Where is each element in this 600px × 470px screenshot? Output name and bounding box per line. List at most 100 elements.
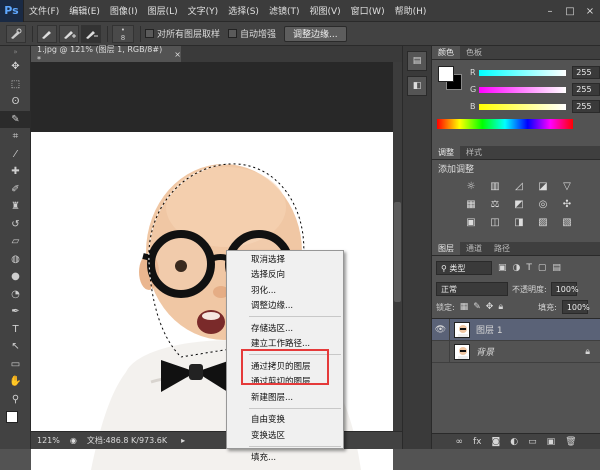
vibrance-icon[interactable]: ▽ — [560, 179, 574, 193]
vertical-scrollbar[interactable] — [393, 62, 402, 431]
color-balance-icon[interactable]: ⚖ — [488, 197, 502, 211]
path-selection-tool-icon[interactable]: ↖ — [0, 338, 31, 356]
tab-color[interactable]: 颜色 — [432, 46, 460, 59]
filter-adjust-icon[interactable]: ◑ — [513, 263, 521, 273]
menu-file[interactable]: 文件(F) — [24, 4, 64, 17]
tab-adjustments[interactable]: 调整 — [432, 146, 460, 159]
selective-color-icon[interactable]: ▧ — [560, 215, 574, 229]
subtract-from-selection-icon[interactable] — [81, 24, 101, 43]
menu-image[interactable]: 图像(I) — [105, 4, 143, 17]
levels-icon[interactable]: ▥ — [488, 179, 502, 193]
filter-type-icon[interactable]: T — [526, 263, 532, 273]
blur-tool-icon[interactable]: ● — [0, 268, 31, 286]
menu-layer[interactable]: 图层(L) — [143, 4, 183, 17]
rectangle-tool-icon[interactable]: ▭ — [0, 356, 31, 374]
posterize-icon[interactable]: ◫ — [488, 215, 502, 229]
move-tool-icon[interactable]: ✥ — [0, 58, 31, 76]
brush-tool-icon[interactable]: ✐ — [0, 181, 31, 199]
foreground-color-swatch[interactable] — [438, 66, 454, 82]
refine-edge-button[interactable]: 调整边缘... — [284, 25, 347, 42]
add-to-selection-icon[interactable] — [59, 24, 79, 43]
fill-input[interactable]: 100% — [561, 300, 590, 314]
color-swatches-icon[interactable] — [0, 408, 31, 434]
lasso-tool-icon[interactable]: ʘ — [0, 93, 31, 111]
channel-mixer-icon[interactable]: ✣ — [560, 197, 574, 211]
close-button[interactable]: × — [580, 0, 600, 22]
close-tab-icon[interactable]: × — [174, 50, 181, 59]
blend-mode-select[interactable]: 正常 — [436, 282, 508, 296]
menu-type[interactable]: 文字(Y) — [183, 4, 224, 17]
zoom-level[interactable]: 121% — [37, 436, 60, 445]
new-selection-icon[interactable] — [37, 24, 57, 43]
new-group-icon[interactable]: ▭ — [528, 437, 537, 447]
minimize-button[interactable]: – — [540, 0, 560, 22]
collapse-icon[interactable]: » — [0, 46, 31, 58]
opacity-input[interactable]: 100% — [550, 282, 579, 296]
document-tab[interactable]: 1.jpg @ 121% (图层 1, RGB/8#) * × — [31, 45, 181, 64]
black-white-icon[interactable]: ◩ — [512, 197, 526, 211]
exposure-icon[interactable]: ◪ — [536, 179, 550, 193]
quick-selection-preset-icon[interactable] — [6, 24, 26, 43]
menu-filter[interactable]: 滤镜(T) — [264, 4, 305, 17]
channel-g-slider[interactable] — [479, 86, 567, 93]
scrollbar-thumb[interactable] — [394, 202, 401, 302]
brush-size-picker[interactable]: • 8 — [112, 24, 134, 43]
eraser-tool-icon[interactable]: ▱ — [0, 233, 31, 251]
gradient-map-icon[interactable]: ▨ — [536, 215, 550, 229]
delete-layer-icon[interactable]: 🗑︎ — [565, 437, 576, 447]
filter-smart-icon[interactable]: ▤ — [552, 263, 561, 273]
tab-paths[interactable]: 路径 — [488, 242, 516, 255]
history-brush-tool-icon[interactable]: ↺ — [0, 216, 31, 234]
zoom-tool-icon[interactable]: ⚲ — [0, 391, 31, 409]
channel-b-value[interactable]: 255 — [572, 100, 600, 113]
menu-view[interactable]: 视图(V) — [304, 4, 345, 17]
layer-row-background[interactable]: 背景 🔒︎ — [432, 340, 600, 363]
tab-channels[interactable]: 通道 — [460, 242, 488, 255]
status-menu-icon[interactable]: ◉ — [70, 436, 77, 445]
type-tool-icon[interactable]: T — [0, 321, 31, 339]
layer-name[interactable]: 图层 1 — [476, 323, 503, 336]
status-arrow-icon[interactable]: ▸ — [181, 436, 185, 445]
menu-select-inverse[interactable]: 选择反向 — [227, 267, 343, 283]
photo-filter-icon[interactable]: ◎ — [536, 197, 550, 211]
visibility-eye-icon[interactable]: 👁︎ — [432, 318, 450, 341]
tab-styles[interactable]: 样式 — [460, 146, 488, 159]
eyedropper-tool-icon[interactable]: ⁄ — [0, 146, 31, 164]
properties-panel-icon[interactable]: ◧ — [407, 76, 427, 96]
layer-mask-icon[interactable]: ◙ — [491, 437, 500, 447]
link-layers-icon[interactable]: ∞ — [455, 437, 463, 447]
adjustment-layer-icon[interactable]: ◐ — [510, 437, 518, 447]
menu-new-layer[interactable]: 新建图层... — [227, 389, 343, 405]
menu-free-transform[interactable]: 自由变换 — [227, 412, 343, 428]
dodge-tool-icon[interactable]: ◔ — [0, 286, 31, 304]
menu-window[interactable]: 窗口(W) — [346, 4, 390, 17]
threshold-icon[interactable]: ◨ — [512, 215, 526, 229]
paint-bucket-tool-icon[interactable]: ◍ — [0, 251, 31, 269]
maximize-button[interactable]: □ — [560, 0, 580, 22]
menu-refine-edge[interactable]: 调整边缘... — [227, 298, 343, 314]
hue-saturation-icon[interactable]: ▦ — [464, 197, 478, 211]
menu-help[interactable]: 帮助(H) — [390, 4, 432, 17]
menu-select[interactable]: 选择(S) — [223, 4, 264, 17]
crop-tool-icon[interactable]: ⌗ — [0, 128, 31, 146]
marquee-tool-icon[interactable]: ⬚ — [0, 76, 31, 94]
filter-shape-icon[interactable]: ▢ — [538, 263, 547, 273]
channel-g-value[interactable]: 255 — [572, 83, 600, 96]
menu-deselect[interactable]: 取消选择 — [227, 251, 343, 267]
brightness-icon[interactable]: ☼ — [464, 179, 478, 193]
tab-layers[interactable]: 图层 — [432, 242, 460, 255]
lock-position-icon[interactable]: ✥ — [486, 302, 494, 312]
healing-brush-tool-icon[interactable]: ✚ — [0, 163, 31, 181]
color-spectrum-bar[interactable] — [437, 119, 573, 129]
pen-tool-icon[interactable]: ✒ — [0, 303, 31, 321]
layer-filter-select[interactable]: ⚲ 类型 — [436, 261, 492, 275]
curves-icon[interactable]: ◿ — [512, 179, 526, 193]
invert-icon[interactable]: ▣ — [464, 215, 478, 229]
lock-image-icon[interactable]: ✎ — [473, 302, 481, 312]
tab-swatches[interactable]: 色板 — [460, 46, 488, 59]
hand-tool-icon[interactable]: ✋ — [0, 373, 31, 391]
history-panel-icon[interactable]: ▤ — [407, 51, 427, 71]
menu-edit[interactable]: 编辑(E) — [64, 4, 105, 17]
sample-all-layers-checkbox[interactable] — [145, 29, 154, 38]
visibility-eye-icon[interactable] — [432, 340, 450, 363]
